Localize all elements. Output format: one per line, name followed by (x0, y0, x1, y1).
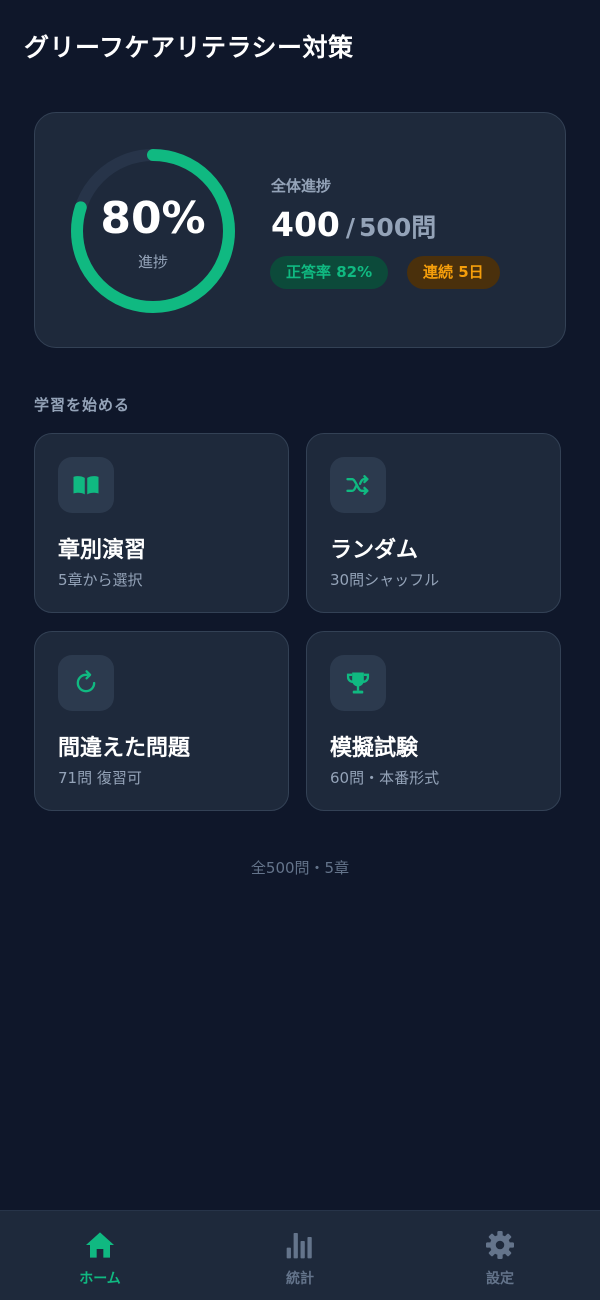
app-title: グリーフケアリテラシー対策 (24, 33, 354, 62)
mode-title: ランダム (330, 538, 419, 563)
progress-percent: 80% (100, 193, 206, 244)
retry-icon (58, 655, 114, 711)
progress-card: 80% 進捗 全体進捗 400/500問 正答率 82% 連続 5日 (34, 112, 566, 348)
nav-item-home[interactable]: ホーム (0, 1211, 200, 1300)
nav-label: 統計 (286, 1271, 314, 1287)
progress-count: 400/500問 (271, 205, 436, 244)
accuracy-badge: 正答率 82% (270, 256, 389, 289)
mode-subtitle: 71問 復習可 (58, 769, 142, 787)
home-icon (84, 1229, 116, 1261)
trophy-icon (330, 655, 386, 711)
nav-item-settings[interactable]: 設定 (400, 1211, 600, 1300)
nav-label: ホーム (79, 1271, 121, 1287)
mode-title: 模擬試験 (330, 736, 419, 761)
gear-icon (484, 1229, 516, 1261)
bar-chart-icon (284, 1229, 316, 1261)
mode-subtitle: 60問・本番形式 (330, 769, 440, 787)
mode-subtitle: 30問シャッフル (330, 571, 440, 589)
mode-card-mock-exam[interactable]: 模擬試験 60問・本番形式 (306, 631, 561, 811)
overall-progress-label: 全体進捗 (271, 177, 332, 195)
mode-card-random[interactable]: ランダム 30問シャッフル (306, 433, 561, 613)
book-open-icon (58, 457, 114, 513)
answered-count: 400 (271, 205, 340, 244)
question-summary: 全500問・5章 (250, 859, 350, 877)
mode-card-chapter[interactable]: 章別演習 5章から選択 (34, 433, 289, 613)
mode-subtitle: 5章から選択 (58, 571, 143, 589)
progress-caption: 進捗 (137, 253, 168, 271)
mode-title: 間違えた問題 (58, 736, 191, 761)
progress-ring: 80% 進捗 (69, 147, 237, 315)
app-screen: グリーフケアリテラシー対策 80% 進捗 全体進捗 400/500問 正答率 8… (0, 0, 600, 1300)
count-separator: / (345, 213, 356, 242)
section-label-start: 学習を始める (34, 396, 131, 414)
bottom-nav: ホーム 統計 設定 (0, 1210, 600, 1300)
nav-label: 設定 (486, 1271, 514, 1287)
shuffle-icon (330, 457, 386, 513)
nav-item-stats[interactable]: 統計 (200, 1211, 400, 1300)
mode-card-mistakes[interactable]: 間違えた問題 71問 復習可 (34, 631, 289, 811)
mode-title: 章別演習 (58, 538, 147, 563)
streak-badge: 連続 5日 (407, 256, 500, 289)
total-count: 500問 (359, 213, 437, 242)
